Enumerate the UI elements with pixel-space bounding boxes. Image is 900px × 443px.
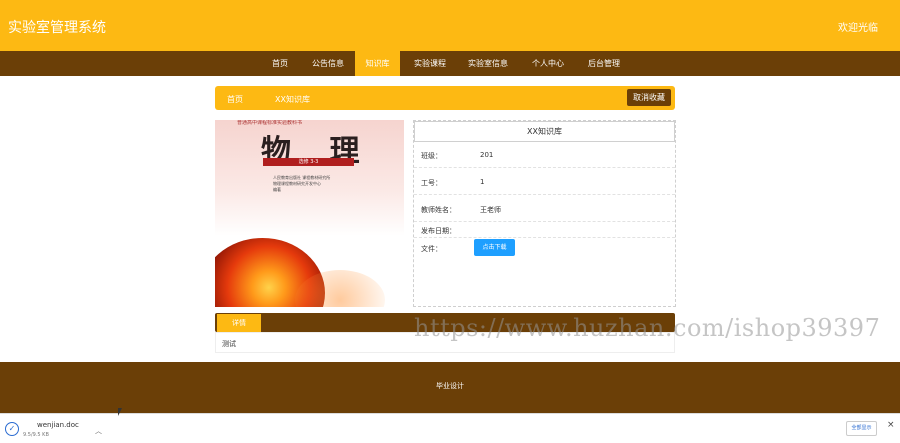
detail-row: 文件：: [414, 238, 675, 260]
main-nav: 首页 公告信息 知识库 实验课程 实验室信息 个人中心 后台管理: [0, 51, 900, 76]
tab-detail[interactable]: 详情: [217, 314, 261, 332]
detail-heading: XX知识库: [414, 121, 675, 142]
download-item[interactable]: ✓ wenjian.doc 9.5/9.5 KB ︿: [3, 417, 111, 441]
welcome-text: 欢迎光临: [838, 23, 878, 34]
row-value-staff-id: 1: [480, 178, 485, 186]
show-all-button[interactable]: 全部显示: [846, 421, 877, 436]
nav-item-admin[interactable]: 后台管理: [582, 51, 626, 76]
nav-item-personal-center[interactable]: 个人中心: [526, 51, 570, 76]
download-file-size: 9.5/9.5 KB: [23, 432, 49, 438]
breadcrumb: 首页 XX知识库 取消收藏: [215, 86, 675, 110]
row-value-teacher: 王老师: [480, 206, 501, 214]
nav-item-home[interactable]: 首页: [264, 51, 296, 76]
row-label-staff-id: 工号：: [421, 179, 442, 187]
watermark: https://www.huzhan.com/ishop39397: [414, 314, 881, 342]
detail-row: 工号： 1: [414, 168, 675, 195]
nav-item-knowledge-base[interactable]: 知识库: [355, 51, 400, 76]
cover-publisher: 人民教育出版社 课程教材研究所 物理课程教材研究开发中心 编著: [273, 175, 353, 193]
detail-row: 发布日期：: [414, 222, 675, 238]
detail-row: 班级： 201: [414, 142, 675, 168]
nav-item-courses[interactable]: 实验课程: [408, 51, 452, 76]
top-header: 实验室管理系统 欢迎光临: [0, 0, 900, 51]
download-shelf: ✓ wenjian.doc 9.5/9.5 KB ︿ 全部显示 ×: [0, 413, 900, 443]
cover-band: 选修 3-3: [263, 158, 354, 166]
row-label-file: 文件：: [421, 245, 442, 253]
download-file-name: wenjian.doc: [37, 421, 79, 429]
cover-publisher-suffix: 编著: [273, 187, 281, 192]
document-icon: ✓: [5, 422, 19, 436]
nav-item-lab-info[interactable]: 实验室信息: [462, 51, 514, 76]
close-icon[interactable]: ×: [887, 420, 895, 430]
breadcrumb-current: XX知识库: [275, 95, 310, 104]
cancel-favorite-button[interactable]: 取消收藏: [627, 89, 671, 106]
detail-text: 测试: [222, 340, 236, 348]
site-title[interactable]: 实验室管理系统: [8, 17, 106, 37]
chevron-up-icon[interactable]: ︿: [95, 426, 102, 436]
row-value-class: 201: [480, 151, 494, 159]
breadcrumb-home[interactable]: 首页: [227, 94, 243, 105]
mouse-cursor: [118, 408, 122, 416]
download-button[interactable]: 点击下载: [474, 239, 515, 256]
detail-panel: XX知识库 班级： 201 工号： 1 教师姓名： 王老师 发布日期： 文件： …: [413, 120, 676, 307]
row-label-class: 班级：: [421, 152, 442, 160]
row-label-teacher: 教师姓名：: [421, 206, 456, 214]
book-cover-image: 普通高中课程标准实验教科书 物 理 选修 3-3 人民教育出版社 课程教材研究所…: [215, 120, 404, 307]
footer-text: 毕业设计: [436, 382, 464, 390]
row-label-date: 发布日期：: [421, 227, 456, 235]
page-footer: 毕业设计: [0, 362, 900, 413]
nav-item-notices[interactable]: 公告信息: [306, 51, 350, 76]
detail-row: 教师姓名： 王老师: [414, 195, 675, 222]
